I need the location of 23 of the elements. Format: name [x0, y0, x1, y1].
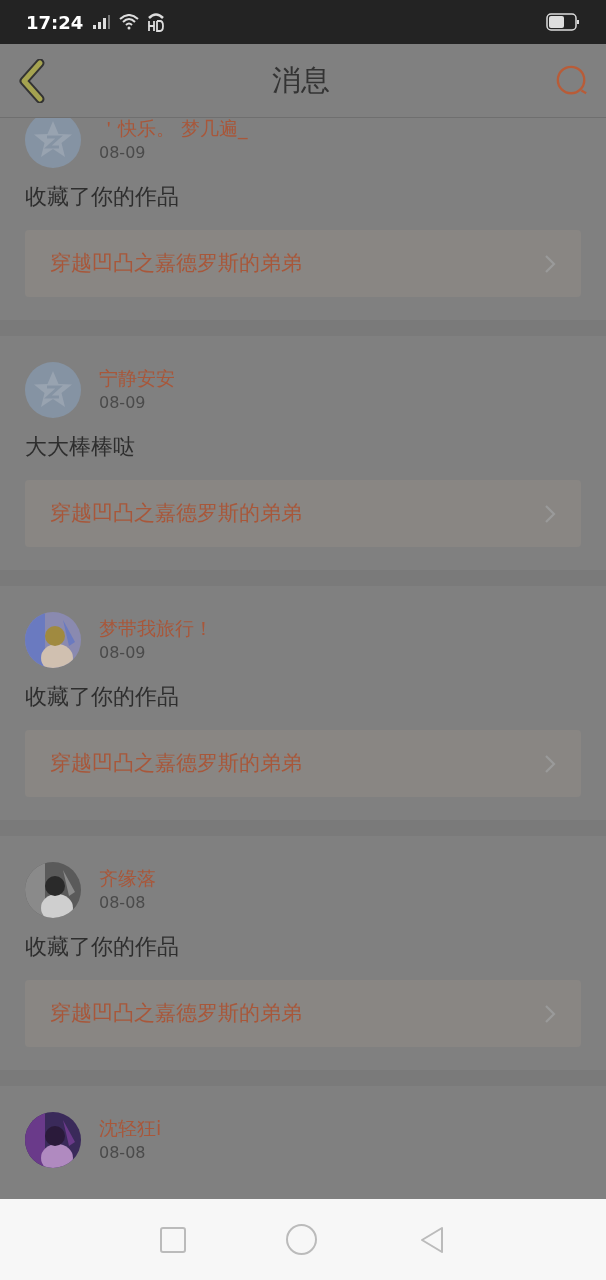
work-link[interactable]: 穿越凹凸之嘉德罗斯的弟弟 — [25, 480, 581, 547]
message-text: 大大棒棒哒 — [25, 433, 136, 461]
signal-icon — [91, 14, 112, 30]
work-link[interactable]: 穿越凹凸之嘉德罗斯的弟弟 — [25, 230, 581, 297]
work-link[interactable]: 穿越凹凸之嘉德罗斯的弟弟 — [25, 980, 581, 1047]
hd-call-icon — [147, 12, 166, 32]
message-text: 收藏了你的作品 — [25, 683, 180, 711]
recent-apps-button[interactable] — [160, 1226, 187, 1253]
status-time: 17:24 — [26, 10, 84, 35]
wifi-icon — [119, 14, 140, 30]
user-name[interactable]: 梦带我旅行！ — [99, 615, 213, 641]
message-text: 收藏了你的作品 — [25, 933, 180, 961]
home-button[interactable] — [286, 1224, 318, 1255]
battery-icon — [546, 13, 580, 31]
message-text: 收藏了你的作品 — [25, 183, 180, 211]
page-title: 消息 — [272, 61, 330, 99]
default-avatar-icon — [25, 362, 81, 418]
user-name[interactable]: ＇快乐。 梦几遍_ — [99, 118, 248, 141]
user-name[interactable]: 沈轻狂i — [99, 1115, 162, 1141]
user-name[interactable]: 齐缘落 — [99, 865, 156, 891]
user-name[interactable]: 宁静安安 — [99, 365, 175, 391]
default-avatar-icon — [25, 118, 81, 168]
work-link[interactable]: 穿越凹凸之嘉德罗斯的弟弟 — [25, 730, 581, 797]
